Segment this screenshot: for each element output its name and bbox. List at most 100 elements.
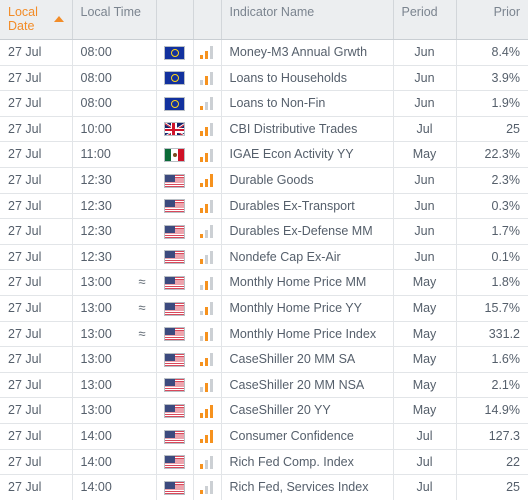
local-date-text: 27 Jul bbox=[8, 198, 42, 213]
period-text: Jun bbox=[414, 45, 435, 59]
cell-local-time: 13:00 ≈ bbox=[72, 269, 157, 296]
column-header-prior[interactable]: Prior bbox=[456, 0, 528, 40]
table-row[interactable]: 27 Jul 11:00 IGAE Econ Activity YY May 22.3% bbox=[0, 141, 528, 168]
cell-indicator-name[interactable]: CaseShiller 20 MM SA bbox=[221, 346, 394, 373]
local-date-text: 27 Jul bbox=[8, 172, 42, 187]
table-row[interactable]: 27 Jul 13:00 CaseShiller 20 MM SA May 1.6% bbox=[0, 346, 528, 373]
cell-indicator-name[interactable]: Nondefe Cap Ex-Air bbox=[221, 244, 394, 271]
column-header-indicator-name[interactable]: Indicator Name bbox=[221, 0, 394, 40]
cell-prior: 1.7% bbox=[456, 218, 528, 245]
period-text: Jun bbox=[414, 249, 435, 264]
indicator-name-text: Rich Fed, Services Index bbox=[229, 480, 369, 495]
indicator-name-text: CaseShiller 20 MM NSA bbox=[229, 377, 365, 392]
table-row[interactable]: 27 Jul 08:00 Loans to Non-Fin Jun 1.9% bbox=[0, 90, 528, 117]
period-text: May bbox=[412, 275, 437, 290]
cell-period: May bbox=[393, 269, 457, 296]
table-row[interactable]: 27 Jul 12:30 Durables Ex-Defense MM Jun 1.7% bbox=[0, 218, 528, 245]
local-date-text: 27 Jul bbox=[8, 428, 42, 443]
table-row[interactable]: 27 Jul 13:00 CaseShiller 20 MM NSA May 2.1% bbox=[0, 372, 528, 399]
cell-period: Jul bbox=[393, 474, 457, 500]
period-text: May bbox=[412, 377, 437, 392]
cell-prior: 25 bbox=[456, 116, 528, 143]
cell-local-time: 10:00 bbox=[72, 116, 157, 143]
cell-indicator-name[interactable]: CBI Distributive Trades bbox=[221, 116, 394, 143]
cell-indicator-name[interactable]: Rich Fed, Services Index bbox=[221, 474, 394, 500]
local-time-text: 12:30 bbox=[80, 249, 112, 264]
united-states-flag-icon bbox=[164, 250, 185, 265]
economic-calendar-panel: Local Date Local Time Indicator Name Per… bbox=[0, 0, 528, 501]
cell-indicator-name[interactable]: Consumer Confidence bbox=[221, 423, 394, 450]
table-row[interactable]: 27 Jul 12:30 Durable Goods Jun 2.3% bbox=[0, 167, 528, 194]
importance-bar-chart-icon bbox=[199, 97, 215, 111]
table-header: Local Date Local Time Indicator Name Per… bbox=[0, 0, 528, 40]
cell-indicator-name[interactable]: Money-M3 Annual Grwth bbox=[221, 39, 394, 66]
cell-country-flag bbox=[156, 269, 194, 296]
table-row[interactable]: 27 Jul 13:00 ≈ Monthly Home Price Index May 3… bbox=[0, 321, 528, 348]
cell-indicator-name[interactable]: Monthly Home Price YY bbox=[221, 295, 394, 322]
cell-country-flag bbox=[156, 218, 194, 245]
cell-local-date: 27 Jul bbox=[0, 218, 73, 245]
table-row[interactable]: 27 Jul 14:00 Rich Fed Comp. Index Jul 22 bbox=[0, 449, 528, 476]
table-row[interactable]: 27 Jul 10:00 CBI Distributive Trades Jul 25 bbox=[0, 116, 528, 143]
united-states-flag-icon bbox=[164, 327, 185, 342]
column-header-local-date[interactable]: Local Date bbox=[0, 0, 73, 40]
table-row[interactable]: 27 Jul 08:00 Loans to Households Jun 3.9% bbox=[0, 65, 528, 92]
column-header-period[interactable]: Period bbox=[393, 0, 457, 40]
column-header-flag[interactable] bbox=[156, 0, 194, 40]
importance-bar-chart-icon bbox=[199, 404, 215, 418]
prior-value-text: 14.9% bbox=[484, 403, 520, 418]
column-header-local-time[interactable]: Local Time bbox=[72, 0, 157, 40]
cell-indicator-name[interactable]: Loans to Non-Fin bbox=[221, 90, 394, 117]
cell-indicator-name[interactable]: Loans to Households bbox=[221, 65, 394, 92]
cell-indicator-name[interactable]: Monthly Home Price MM bbox=[221, 269, 394, 296]
importance-bar-chart-icon bbox=[199, 353, 215, 367]
cell-importance bbox=[193, 218, 222, 245]
cell-prior: 0.1% bbox=[456, 244, 528, 271]
local-date-text: 27 Jul bbox=[8, 480, 42, 495]
cell-indicator-name[interactable]: IGAE Econ Activity YY bbox=[221, 141, 394, 168]
cell-period: Jun bbox=[393, 65, 457, 92]
local-date-text: 27 Jul bbox=[8, 454, 42, 469]
column-header-importance[interactable] bbox=[193, 0, 222, 40]
cell-period: Jul bbox=[393, 116, 457, 143]
cell-local-time: 13:00 bbox=[72, 346, 157, 373]
period-text: May bbox=[412, 326, 437, 341]
cell-country-flag bbox=[156, 321, 194, 348]
cell-indicator-name[interactable]: Rich Fed Comp. Index bbox=[221, 449, 394, 476]
cell-indicator-name[interactable]: CaseShiller 20 MM NSA bbox=[221, 372, 394, 399]
cell-country-flag bbox=[156, 39, 194, 66]
local-time-text: 13:00 bbox=[80, 326, 112, 341]
indicator-name-text: CaseShiller 20 YY bbox=[229, 403, 331, 418]
prior-value-text: 3.9% bbox=[491, 70, 521, 85]
table-row[interactable]: 27 Jul 14:00 Consumer Confidence Jul 127.3 bbox=[0, 423, 528, 450]
cell-indicator-name[interactable]: CaseShiller 20 YY bbox=[221, 397, 394, 424]
local-date-text: 27 Jul bbox=[8, 377, 42, 392]
cell-indicator-name[interactable]: Monthly Home Price Index bbox=[221, 321, 394, 348]
table-row[interactable]: 27 Jul 12:30 Durables Ex-Transport Jun 0.3% bbox=[0, 193, 528, 220]
sort-ascending-triangle-icon bbox=[53, 16, 64, 22]
cell-indicator-name[interactable]: Durables Ex-Transport bbox=[221, 193, 394, 220]
table-row[interactable]: 27 Jul 12:30 Nondefe Cap Ex-Air Jun 0.1% bbox=[0, 244, 528, 271]
prior-value-text: 2.3% bbox=[491, 172, 521, 187]
table-row[interactable]: 27 Jul 08:00 Money-M3 Annual Grwth Jun 8.4% bbox=[0, 39, 528, 66]
united-states-flag-icon bbox=[164, 224, 185, 239]
table-row[interactable]: 27 Jul 13:00 ≈ Monthly Home Price YY May 15.7… bbox=[0, 295, 528, 322]
cell-local-time: 14:00 bbox=[72, 474, 157, 500]
united-states-flag-icon bbox=[164, 429, 185, 444]
cell-importance bbox=[193, 167, 222, 194]
cell-indicator-name[interactable]: Durables Ex-Defense MM bbox=[221, 218, 394, 245]
cell-indicator-name[interactable]: Durable Goods bbox=[221, 167, 394, 194]
cell-period: May bbox=[393, 321, 457, 348]
table-row[interactable]: 27 Jul 13:00 ≈ Monthly Home Price MM May 1.8% bbox=[0, 269, 528, 296]
cell-local-time: 08:00 bbox=[72, 90, 157, 117]
table-row[interactable]: 27 Jul 13:00 CaseShiller 20 YY May 14.9% bbox=[0, 397, 528, 424]
united-states-flag-icon bbox=[164, 404, 185, 419]
united-states-flag-icon bbox=[164, 378, 185, 393]
cell-local-date: 27 Jul bbox=[0, 449, 73, 476]
cell-period: May bbox=[393, 372, 457, 399]
local-time-text: 13:00 bbox=[80, 275, 112, 290]
table-row[interactable]: 27 Jul 14:00 Rich Fed, Services Index Jul 25 bbox=[0, 474, 528, 500]
indicator-name-text: Money-M3 Annual Grwth bbox=[229, 45, 368, 59]
cell-local-date: 27 Jul bbox=[0, 423, 73, 450]
cell-local-date: 27 Jul bbox=[0, 474, 73, 500]
